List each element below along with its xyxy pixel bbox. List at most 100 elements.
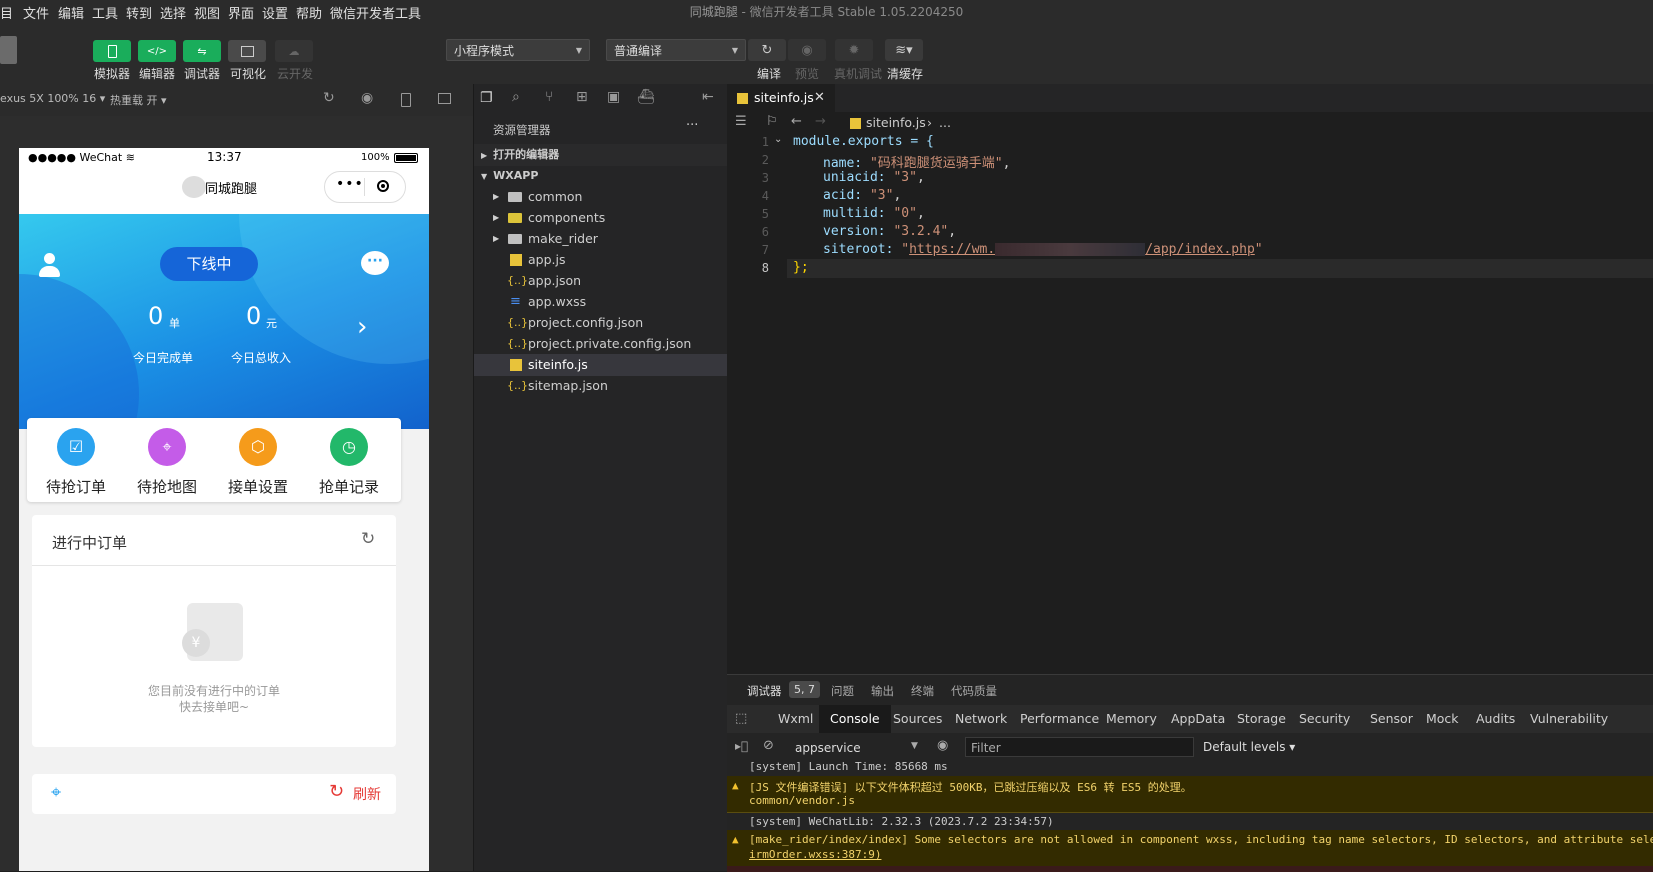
tab-terminal[interactable]: 终端 — [911, 683, 934, 699]
tree-item-make-rider[interactable]: ▶ make_rider — [474, 228, 727, 250]
clear-console-icon[interactable]: ⊘ — [763, 738, 774, 753]
refresh-button[interactable]: 刷新 — [353, 784, 381, 804]
inspect-element-icon[interactable]: ⬚ — [735, 711, 747, 726]
files-icon[interactable]: ❐ — [480, 90, 493, 106]
breadcrumb-file[interactable]: siteinfo.js — [866, 115, 926, 130]
real-debug-button[interactable]: ✹ — [835, 39, 873, 61]
code-line-8[interactable]: }; — [793, 260, 809, 275]
tab-mock[interactable]: Mock — [1415, 705, 1470, 733]
line-number: 2 — [761, 153, 769, 167]
capsule-button[interactable]: ••• — [324, 171, 406, 203]
breadcrumb-more[interactable]: ... — [939, 115, 951, 130]
chevron-right-icon[interactable]: › — [357, 312, 367, 342]
docker-icon[interactable]: ⛴ — [637, 89, 655, 105]
open-editors-section[interactable]: ▶ 打开的编辑器 — [474, 144, 727, 166]
tree-item-components[interactable]: ▶ components — [474, 207, 727, 229]
tree-item-sitemap-json[interactable]: {..} sitemap.json — [474, 375, 727, 397]
more-actions-icon[interactable]: ··· — [686, 118, 698, 133]
grid-item-order-settings[interactable]: ⬡ 接单设置 — [212, 418, 304, 502]
grid-item-pending-map[interactable]: ⌖ 待抢地图 — [121, 418, 213, 502]
simulator-button[interactable] — [93, 40, 131, 62]
log-levels-select[interactable]: Default levels ▾ — [1203, 740, 1295, 754]
compile-button[interactable]: ↻ — [748, 39, 786, 61]
status-battery-text: 100% — [361, 152, 390, 163]
tab-debugger[interactable]: 调试器 — [747, 683, 782, 699]
tab-audits[interactable]: Audits — [1465, 705, 1526, 733]
clear-cache-button[interactable]: ≋▾ — [885, 39, 923, 61]
tree-item-project-private-config[interactable]: {..} project.private.config.json — [474, 333, 727, 355]
record-icon[interactable]: ◉ — [361, 90, 373, 106]
eye-icon[interactable]: ◉ — [937, 738, 948, 753]
more-icon[interactable]: ••• — [336, 176, 364, 192]
grid-item-grab-records[interactable]: ◷ 抢单记录 — [303, 418, 395, 502]
console-line: [system] Launch Time: 85668 ms — [727, 760, 1653, 777]
tree-item-app-js[interactable]: app.js — [474, 249, 727, 271]
outline-icon[interactable]: ☰ — [735, 114, 747, 129]
code-line-4[interactable]: acid: "3", — [823, 188, 901, 203]
chat-icon[interactable]: ··· — [361, 251, 389, 275]
debugger-button[interactable]: ⇋ — [183, 40, 221, 62]
tab-code-quality[interactable]: 代码质量 — [951, 683, 997, 699]
stat-orders-label: 今日完成单 — [133, 351, 194, 365]
sidebar-toggle-icon[interactable]: ▸⃞ — [735, 739, 748, 753]
device-select[interactable]: exus 5X 100% 16 ▾ — [0, 92, 105, 105]
panel-icon[interactable]: ▣ — [607, 89, 620, 105]
tree-item-common[interactable]: ▶ common — [474, 186, 727, 208]
tab-appdata[interactable]: AppData — [1160, 705, 1236, 733]
tab-output[interactable]: 输出 — [871, 683, 894, 699]
back-arrow-icon[interactable]: ← — [791, 114, 802, 129]
tab-console[interactable]: Console — [819, 705, 891, 733]
code-line-5[interactable]: multiid: "0", — [823, 206, 925, 221]
bookmark-icon[interactable]: ⚐ — [766, 114, 778, 129]
cloud-button[interactable]: ☁ — [275, 40, 313, 62]
tab-siteinfo-js[interactable]: siteinfo.js ✕ — [727, 84, 835, 112]
visual-button[interactable] — [228, 40, 266, 62]
git-branch-icon[interactable]: ⑂ — [545, 89, 553, 105]
locate-icon[interactable]: ⌖ — [51, 782, 61, 803]
tab-vulnerability[interactable]: Vulnerability — [1519, 705, 1619, 733]
close-icon[interactable]: ✕ — [814, 84, 825, 112]
forward-arrow-icon[interactable]: → — [815, 114, 826, 129]
grid-item-pending-orders[interactable]: ☑ 待抢订单 — [30, 418, 122, 502]
rotate-icon[interactable]: ↻ — [323, 90, 335, 106]
tab-problems[interactable]: 问题 — [831, 683, 854, 699]
extensions-icon[interactable]: ⊞ — [576, 89, 588, 105]
tab-storage[interactable]: Storage — [1226, 705, 1297, 733]
code-line-6[interactable]: version: "3.2.4", — [823, 224, 956, 239]
window-icon[interactable] — [438, 93, 451, 104]
avatar[interactable] — [0, 36, 17, 64]
mode-select[interactable]: 小程序模式 ▼ — [446, 39, 590, 61]
refresh-icon[interactable]: ↻ — [361, 529, 375, 549]
code-line-1[interactable]: module.exports = { — [793, 134, 934, 149]
tab-network[interactable]: Network — [944, 705, 1018, 733]
code-line-7[interactable]: siteroot: "https://wm./app/index.php" — [823, 242, 1263, 257]
tree-item-siteinfo-js[interactable]: siteinfo.js — [474, 354, 727, 376]
wxapp-section[interactable]: ▼ WXAPP — [474, 165, 727, 187]
compile-select[interactable]: 普通编译 ▼ — [606, 39, 746, 61]
simulator-bar: exus 5X 100% 16 ▾ 热重载 开 ▾ ↻ ◉ — [0, 84, 473, 116]
device-icon[interactable] — [401, 93, 411, 107]
refresh-red-icon[interactable]: ↻ — [329, 781, 344, 802]
tab-memory[interactable]: Memory — [1095, 705, 1168, 733]
close-miniprogram-icon[interactable] — [377, 180, 389, 192]
editor-button[interactable]: </> — [138, 40, 176, 62]
code-line-3[interactable]: uniacid: "3", — [823, 170, 925, 185]
tree-item-project-config[interactable]: {..} project.config.json — [474, 312, 727, 334]
bg-circle — [239, 214, 429, 364]
user-icon[interactable] — [39, 253, 60, 279]
preview-button[interactable]: ◉ — [788, 39, 826, 61]
fold-chevron-icon[interactable]: ⌄ — [774, 134, 782, 145]
hot-reload-toggle[interactable]: 热重载 开 ▾ — [110, 92, 167, 108]
activity-bar: ❐ ⌕ ⑂ ⊞ ▣ ⛴ ⇤ — [474, 84, 727, 112]
tab-sources[interactable]: Sources — [882, 705, 953, 733]
tree-item-app-wxss[interactable]: ≡ app.wxss — [474, 291, 727, 313]
tree-item-app-json[interactable]: {..} app.json — [474, 270, 727, 292]
context-select[interactable]: appservice — [795, 741, 861, 755]
collapse-panel-icon[interactable]: ⇤ — [702, 89, 714, 105]
code-line-2[interactable]: name: "码科跑腿货运骑手端", — [823, 152, 1010, 171]
search-icon[interactable]: ⌕ — [512, 89, 520, 105]
online-status-button[interactable]: 下线中 — [160, 247, 258, 281]
tab-wxml[interactable]: Wxml — [767, 705, 824, 733]
tab-security[interactable]: Security — [1288, 705, 1361, 733]
filter-input[interactable]: Filter — [965, 737, 1194, 757]
